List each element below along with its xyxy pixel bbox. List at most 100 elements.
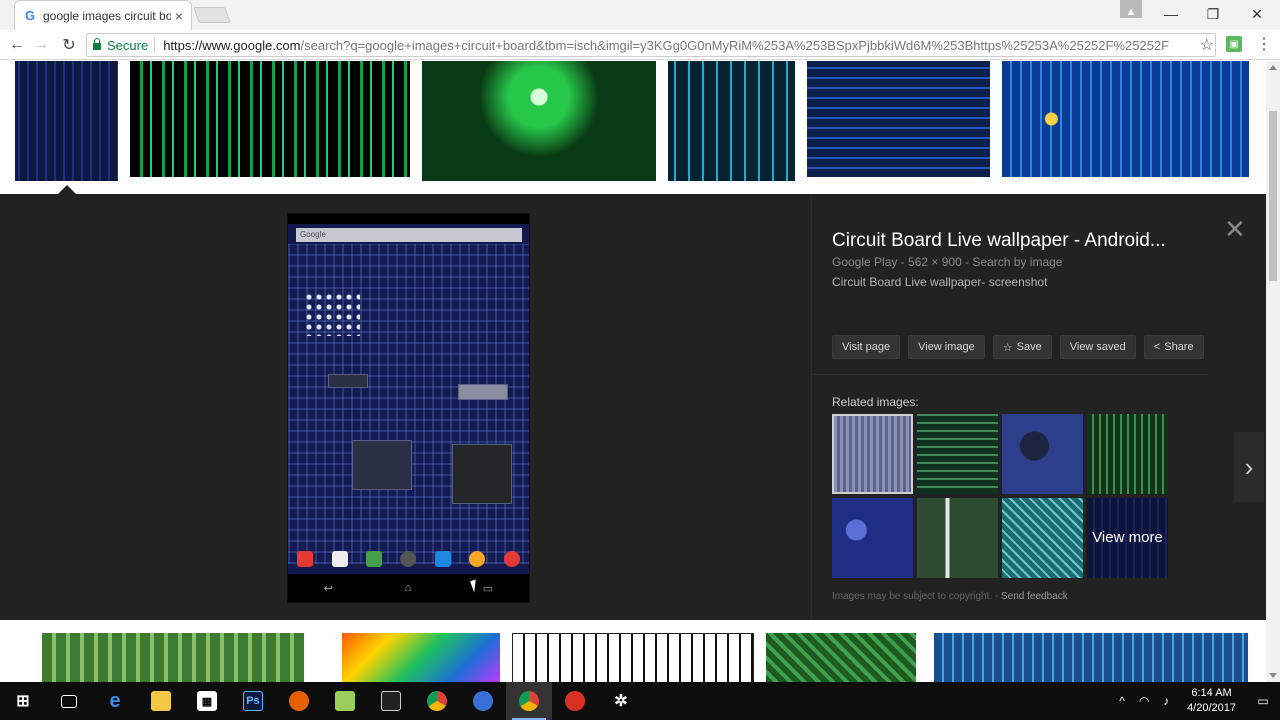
preview-search-bar: Google: [296, 228, 522, 242]
image-result[interactable]: [934, 633, 1248, 682]
edge-icon: e: [109, 689, 121, 712]
google-favicon-icon: G: [24, 8, 36, 23]
image-result[interactable]: [1002, 61, 1249, 177]
taskbar-terminal[interactable]: [368, 682, 414, 720]
play-store-icon: [331, 551, 348, 567]
scroll-up-icon[interactable]: [1269, 65, 1277, 70]
copyright-note: Images may be subject to copyright. - Se…: [832, 591, 1068, 602]
status-bar: [288, 214, 529, 224]
volume-icon[interactable]: ♪: [1155, 694, 1177, 708]
new-tab-button[interactable]: [193, 7, 231, 23]
close-panel-icon[interactable]: ✕: [1224, 214, 1246, 245]
image-result[interactable]: [15, 61, 118, 181]
windows-taskbar: ⊞ e ▦ Ps ✲ ^ ◠ ♪ 6:14 AM 4/20/2017 ▭: [0, 682, 1280, 720]
apps-grid-icon: [400, 551, 417, 567]
task-view-icon: [61, 694, 77, 708]
preview-image[interactable]: Google ↩ ⌂ ▭: [287, 213, 530, 603]
start-button[interactable]: ⊞: [0, 682, 46, 720]
related-images-label: Related images:: [832, 395, 919, 409]
image-result[interactable]: [42, 633, 304, 682]
related-image[interactable]: [1002, 498, 1083, 578]
image-result[interactable]: [130, 61, 410, 177]
calendar-icon: [434, 551, 451, 567]
taskbar-store[interactable]: ▦: [184, 682, 230, 720]
terminal-icon: [381, 691, 401, 711]
wifi-icon[interactable]: ◠: [1133, 694, 1155, 708]
taskbar-opera[interactable]: [460, 682, 506, 720]
app-icon: [297, 551, 314, 567]
taskbar-app[interactable]: ✲: [598, 682, 644, 720]
url-path: /search?q=google+images+circuit+board&tb…: [300, 37, 1170, 53]
taskbar-clock[interactable]: 6:14 AM 4/20/2017: [1187, 686, 1236, 716]
image-result[interactable]: [512, 633, 754, 682]
visit-page-button[interactable]: Visit page: [832, 335, 901, 359]
scroll-down-icon[interactable]: [1269, 673, 1277, 678]
reload-icon[interactable]: ↻: [58, 34, 80, 56]
image-result[interactable]: [807, 61, 990, 177]
chrome-icon: [427, 691, 447, 711]
image-detail-panel: Google ↩ ⌂ ▭ Circuit Board Live wallpape…: [0, 194, 1266, 620]
taskbar-app[interactable]: [552, 682, 598, 720]
taskbar-chrome[interactable]: [414, 682, 460, 720]
related-image[interactable]: [917, 498, 998, 578]
home-nav-icon: ⌂: [404, 582, 412, 594]
restore-button[interactable]: ❐: [1192, 0, 1234, 28]
lock-icon: [93, 37, 101, 50]
scrollbar-thumb[interactable]: [1269, 111, 1277, 281]
app-icon: ✲: [614, 693, 628, 710]
image-title[interactable]: Circuit Board Live wallpaper - Android..…: [832, 230, 1166, 252]
chip-graphic: [352, 440, 412, 490]
tray-chevron-icon[interactable]: ^: [1111, 694, 1133, 708]
secure-label: Secure: [107, 37, 149, 53]
taskbar-firefox[interactable]: [276, 682, 322, 720]
chrome-icon: [503, 551, 520, 567]
notifications-icon[interactable]: ▭: [1246, 694, 1280, 708]
address-bar[interactable]: Secure https://www.google.com/search?q=g…: [86, 33, 1216, 57]
related-image[interactable]: [832, 414, 913, 494]
save-label: Save: [1016, 341, 1042, 353]
image-result[interactable]: [342, 633, 500, 682]
taskbar-edge[interactable]: e: [92, 682, 138, 720]
browser-tab[interactable]: G google images circuit bo ×: [14, 0, 192, 30]
bookmark-star-icon[interactable]: ☆: [1200, 35, 1214, 55]
view-more-tile[interactable]: View more: [1087, 498, 1168, 578]
image-result[interactable]: [766, 633, 916, 682]
image-result[interactable]: [668, 61, 795, 181]
android-navbar: ↩ ⌂ ▭: [288, 574, 529, 602]
back-icon[interactable]: ←: [6, 34, 28, 56]
taskbar-notepad[interactable]: [322, 682, 368, 720]
related-image[interactable]: [917, 414, 998, 494]
related-image[interactable]: [1087, 414, 1168, 494]
image-result[interactable]: [422, 61, 656, 181]
menu-icon[interactable]: ⋮: [1256, 34, 1272, 54]
notepad-icon: [335, 691, 355, 711]
taskbar-chrome-active[interactable]: [506, 682, 552, 720]
clock-time: 6:14 AM: [1191, 687, 1232, 699]
close-window-button[interactable]: ✕: [1236, 0, 1278, 28]
related-images-grid: View more: [832, 414, 1168, 578]
page-scrollbar[interactable]: [1266, 61, 1280, 682]
tab-title: google images circuit bo: [43, 8, 171, 23]
url-text: https://www.google.com/search?q=google+i…: [163, 38, 1169, 53]
minimize-button[interactable]: —: [1150, 0, 1192, 28]
profile-icon[interactable]: ▲: [1120, 0, 1142, 18]
related-image[interactable]: [832, 498, 913, 578]
divider: [812, 374, 1207, 375]
taskbar-photoshop[interactable]: Ps: [230, 682, 276, 720]
image-meta: Google Play - 562 × 900 - Search by imag…: [832, 255, 1063, 269]
related-image[interactable]: [1002, 414, 1083, 494]
view-saved-button[interactable]: View saved: [1059, 335, 1136, 359]
next-image-chevron-icon[interactable]: ›: [1234, 432, 1264, 502]
image-info: Circuit Board Live wallpaper - Android..…: [811, 194, 1207, 620]
extension-icon[interactable]: ▣: [1226, 36, 1242, 52]
taskbar-explorer[interactable]: [138, 682, 184, 720]
view-image-button[interactable]: View image: [908, 335, 985, 359]
share-button[interactable]: < Share: [1143, 335, 1204, 359]
send-feedback-link[interactable]: Send feedback: [1001, 591, 1068, 602]
forward-icon[interactable]: →: [30, 34, 52, 56]
selection-pointer: [58, 185, 76, 194]
tab-close-icon[interactable]: ×: [175, 8, 183, 24]
save-button[interactable]: ☆ Save: [992, 335, 1052, 359]
task-view-button[interactable]: [46, 682, 92, 720]
chip-graphic: [328, 374, 368, 388]
